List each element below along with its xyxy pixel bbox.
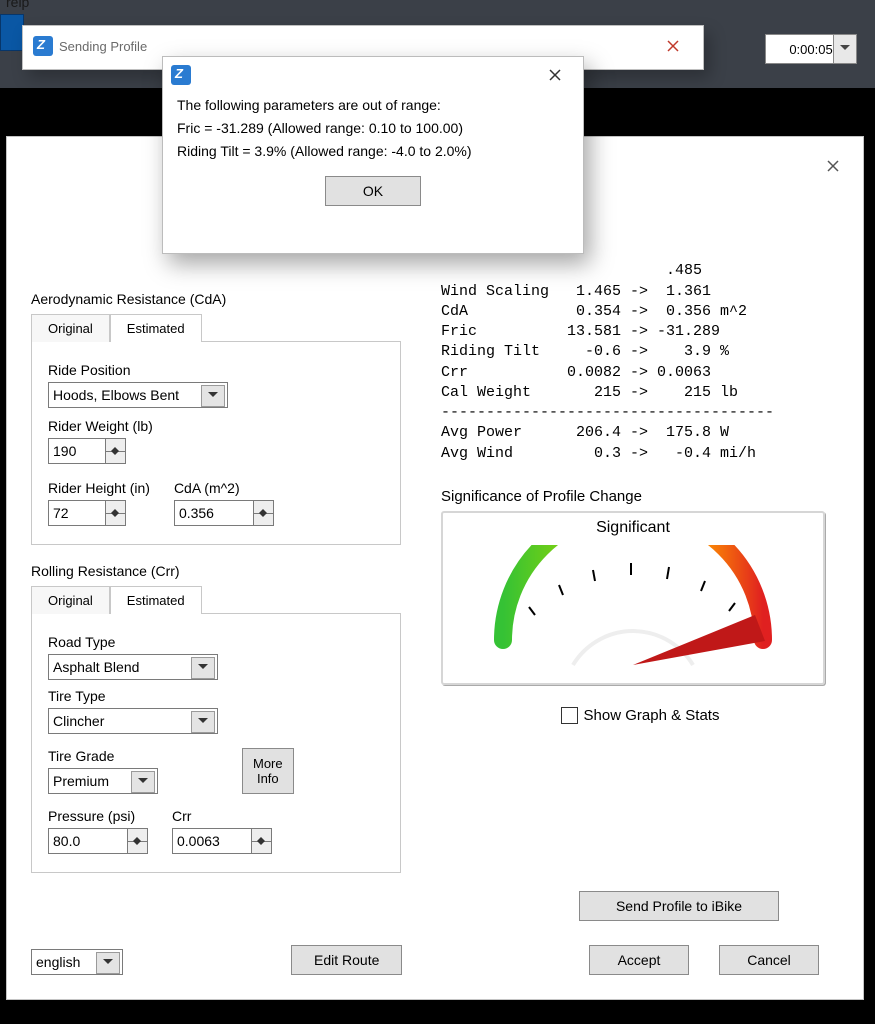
gauge-icon (443, 545, 823, 680)
tab-cda-original[interactable]: Original (31, 314, 110, 342)
profile-report: .485 Wind Scaling 1.465 -> 1.361 CdA 0.3… (441, 241, 839, 464)
chevron-down-icon (191, 711, 215, 733)
crr-value-label: Crr (172, 808, 272, 824)
chevron-down-icon (131, 771, 155, 793)
show-graph-stats-label: Show Graph & Stats (584, 707, 720, 724)
more-info-button[interactable]: More Info (242, 748, 294, 794)
chevron-down-icon (96, 952, 120, 974)
significance-gauge: Significant (441, 511, 825, 685)
profile-editor-dialog: Aerodynamic Resistance (CdA) Original Es… (6, 136, 864, 1000)
significance-title: Significance of Profile Change (441, 488, 839, 505)
cda-value-label: CdA (m^2) (174, 480, 274, 496)
tire-grade-combo[interactable]: Premium (48, 768, 158, 794)
rider-weight-stepper[interactable]: 190 (48, 438, 126, 464)
rider-height-label: Rider Height (in) (48, 480, 150, 496)
pressure-label: Pressure (psi) (48, 808, 148, 824)
crr-section-title: Rolling Resistance (Crr) (31, 563, 401, 579)
tire-grade-value: Premium (53, 773, 109, 789)
error-dialog: The following parameters are out of rang… (162, 56, 584, 254)
rider-weight-label: Rider Weight (lb) (48, 418, 384, 434)
close-icon[interactable] (653, 31, 693, 61)
timer-value: 0:00:05 (789, 42, 832, 57)
tire-type-value: Clincher (53, 713, 104, 729)
tab-crr-estimated[interactable]: Estimated (110, 586, 202, 614)
gauge-needle-icon (633, 615, 765, 665)
close-icon[interactable] (535, 60, 575, 90)
menu-fragment: relp (6, 0, 29, 10)
cda-panel: Ride Position Hoods, Elbows Bent Rider W… (31, 341, 401, 545)
cda-value: 0.356 (179, 505, 214, 521)
window-chrome-fragment (0, 14, 24, 51)
language-value: english (36, 954, 80, 970)
road-type-combo[interactable]: Asphalt Blend (48, 654, 218, 680)
timer-field[interactable]: 0:00:05 (765, 34, 857, 64)
rider-weight-value: 190 (53, 443, 76, 459)
sending-profile-title: Sending Profile (59, 39, 147, 54)
crr-value: 0.0063 (177, 833, 220, 849)
cda-value-stepper[interactable]: 0.356 (174, 500, 274, 526)
chevron-down-icon (201, 385, 225, 407)
rider-height-value: 72 (53, 505, 69, 521)
language-combo[interactable]: english (31, 949, 123, 975)
checkbox-icon (561, 707, 578, 724)
chevron-down-icon (191, 657, 215, 679)
ride-position-combo[interactable]: Hoods, Elbows Bent (48, 382, 228, 408)
tire-grade-label: Tire Grade (48, 748, 158, 764)
pressure-value: 80.0 (53, 833, 80, 849)
show-graph-stats-checkbox[interactable]: Show Graph & Stats (441, 707, 839, 724)
tab-cda-estimated[interactable]: Estimated (110, 314, 202, 342)
road-type-value: Asphalt Blend (53, 659, 139, 675)
error-line: Fric = -31.289 (Allowed range: 0.10 to 1… (163, 116, 583, 139)
accept-button[interactable]: Accept (589, 945, 689, 975)
crr-value-stepper[interactable]: 0.0063 (172, 828, 272, 854)
road-type-label: Road Type (48, 634, 384, 650)
edit-route-button[interactable]: Edit Route (291, 945, 402, 975)
pressure-stepper[interactable]: 80.0 (48, 828, 148, 854)
error-line: The following parameters are out of rang… (163, 93, 583, 116)
cda-section-title: Aerodynamic Resistance (CdA) (31, 291, 401, 307)
ride-position-label: Ride Position (48, 362, 384, 378)
error-line: Riding Tilt = 3.9% (Allowed range: -4.0 … (163, 139, 583, 162)
tab-crr-original[interactable]: Original (31, 586, 110, 614)
app-icon (33, 36, 53, 56)
rider-height-stepper[interactable]: 72 (48, 500, 126, 526)
tire-type-label: Tire Type (48, 688, 384, 704)
ok-button[interactable]: OK (325, 176, 421, 206)
cancel-button[interactable]: Cancel (719, 945, 819, 975)
ride-position-value: Hoods, Elbows Bent (53, 387, 179, 403)
significance-caption: Significant (443, 513, 823, 537)
crr-panel: Road Type Asphalt Blend Tire Type Clinch… (31, 613, 401, 873)
timer-dropdown-icon[interactable] (833, 35, 856, 63)
tire-type-combo[interactable]: Clincher (48, 708, 218, 734)
send-profile-button[interactable]: Send Profile to iBike (579, 891, 779, 921)
app-icon (171, 65, 191, 85)
